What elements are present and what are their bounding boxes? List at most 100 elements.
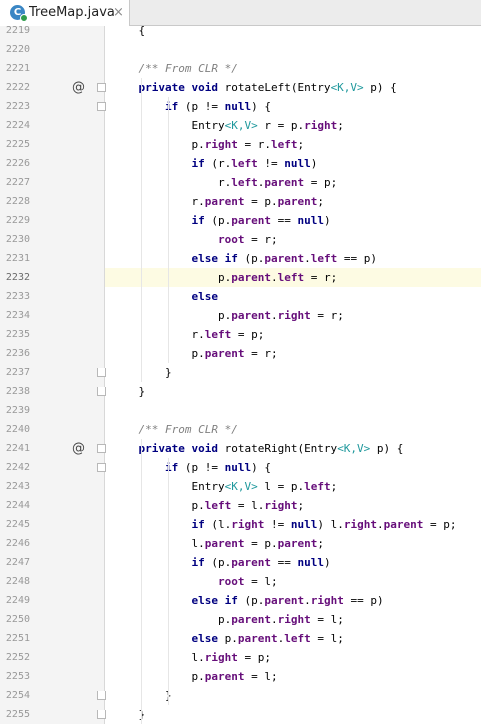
code-token: p. [112,670,205,683]
code-text: p.parent.right = l; [112,610,344,629]
code-token: . [304,594,311,607]
fold-collapse-icon[interactable] [97,102,106,111]
code-token: right [310,594,344,607]
code-line[interactable]: 2250 p.parent.right = l; [0,610,481,629]
code-line[interactable]: 2248 root = l; [0,572,481,591]
code-line[interactable]: 2233 else [0,287,481,306]
code-line[interactable]: 2230 root = r; [0,230,481,249]
code-line[interactable]: 2232 p.parent.left = r; [0,268,481,287]
code-token: . [270,613,278,626]
code-token: . [304,252,311,265]
line-number: 2248 [5,576,30,587]
code-text: if (r.left != null) [112,154,317,173]
code-token: parent [204,537,245,550]
code-token: = r; [310,309,344,322]
tab-treemap-java[interactable]: C TreeMap.java × [0,0,130,26]
code-line[interactable]: 2253 p.parent = l; [0,667,481,686]
code-token: r. [112,176,232,189]
code-line[interactable]: 2243 Entry<K,V> l = p.left; [0,477,481,496]
line-number: 2235 [5,329,30,340]
fold-collapse-icon[interactable] [97,444,106,453]
code-line[interactable]: 2249 else if (p.parent.right == p) [0,591,481,610]
line-number: 2225 [5,139,30,150]
line-number: 2247 [5,557,30,568]
code-line[interactable]: 2246 l.parent = p.parent; [0,534,481,553]
code-text: else [112,287,218,306]
line-number: 2255 [5,709,30,720]
code-line[interactable]: 2254 } [0,686,481,705]
code-token: <K,V> [330,81,364,94]
code-text: if (l.right != null) l.right.parent = p; [112,515,456,534]
code-token: = p; [423,518,457,531]
code-text: else p.parent.left = l; [112,629,343,648]
code-text: if (p.parent == null) [112,211,330,230]
line-number: 2250 [5,614,30,625]
code-token: null [290,518,318,531]
code-line[interactable]: 2236 p.parent = r; [0,344,481,363]
code-token: parent [231,214,271,227]
code-line[interactable]: 2252 l.right = p; [0,648,481,667]
code-line[interactable]: 2239 [0,401,481,420]
code-text: if (p.parent == null) [112,553,330,572]
code-line[interactable]: 2241 @ private void rotateRight(Entry<K,V… [0,439,481,458]
line-number: 2246 [5,538,30,549]
code-line[interactable]: 2229 if (p.parent == null) [0,211,481,230]
fold-end-icon[interactable] [97,691,106,700]
code-line[interactable]: 2227 r.left.parent = p; [0,173,481,192]
code-line[interactable]: 2240 /** From CLR */ [0,420,481,439]
code-line[interactable]: 2221 /** From CLR */ [0,59,481,78]
fold-end-icon[interactable] [97,387,106,396]
fold-collapse-icon[interactable] [97,83,106,92]
code-line[interactable]: 2237 } [0,363,481,382]
code-line[interactable]: 2223 if (p != null) { [0,97,481,116]
code-line[interactable]: 2247 if (p.parent == null) [0,553,481,572]
code-token: . [270,309,278,322]
code-token: ; [337,119,344,132]
code-token: parent [204,670,245,683]
code-token: /** From CLR */ [112,62,238,75]
code-line[interactable]: 2228 r.parent = p.parent; [0,192,481,211]
code-token: = p. [244,537,278,550]
close-tab-icon[interactable]: × [113,0,124,26]
code-text: if (p != null) { [112,458,271,477]
code-line[interactable]: 2219 { [0,26,481,40]
code-text: { [112,26,145,40]
code-line[interactable]: 2245 if (l.right != null) l.right.parent… [0,515,481,534]
code-line[interactable]: 2251 else p.parent.left = l; [0,629,481,648]
code-line[interactable]: 2224 Entry<K,V> r = p.right; [0,116,481,135]
code-line[interactable]: 2235 r.left = p; [0,325,481,344]
line-number: 2233 [5,291,30,302]
code-token: = r; [304,271,338,284]
code-line[interactable]: 2255 } [0,705,481,724]
fold-end-icon[interactable] [97,368,106,377]
code-line[interactable]: 2238 } [0,382,481,401]
code-line[interactable]: 2225 p.right = r.left; [0,135,481,154]
code-line[interactable]: 2234 p.parent.right = r; [0,306,481,325]
code-line[interactable]: 2244 p.left = l.right; [0,496,481,515]
code-token: = p. [244,195,278,208]
code-line[interactable]: 2220 [0,40,481,59]
code-token: if [191,556,212,569]
code-text: private void rotateRight(Entry<K,V> p) { [112,439,404,458]
override-marker-icon[interactable]: @ [72,78,85,97]
code-line[interactable]: 2226 if (r.left != null) [0,154,481,173]
code-editor[interactable]: 2219 {2220 2221 /** From CLR */2222 @ priv… [0,26,481,724]
code-token: (p. [244,594,265,607]
code-text: /** From CLR */ [112,59,238,78]
code-token: parent [264,176,305,189]
fold-collapse-icon[interactable] [97,463,106,472]
code-token: <K,V> [337,442,371,455]
indent-guide [167,97,169,363]
override-marker-icon[interactable]: @ [72,439,85,458]
code-token: r = p. [257,119,305,132]
code-line[interactable]: 2242 if (p != null) { [0,458,481,477]
code-line[interactable]: 2222 @ private void rotateLeft(Entry<K,V>… [0,78,481,97]
line-number: 2226 [5,158,30,169]
code-token: parent [231,271,271,284]
code-token: ) [310,157,318,170]
code-line[interactable]: 2231 else if (p.parent.left == p) [0,249,481,268]
fold-end-icon[interactable] [97,710,106,719]
